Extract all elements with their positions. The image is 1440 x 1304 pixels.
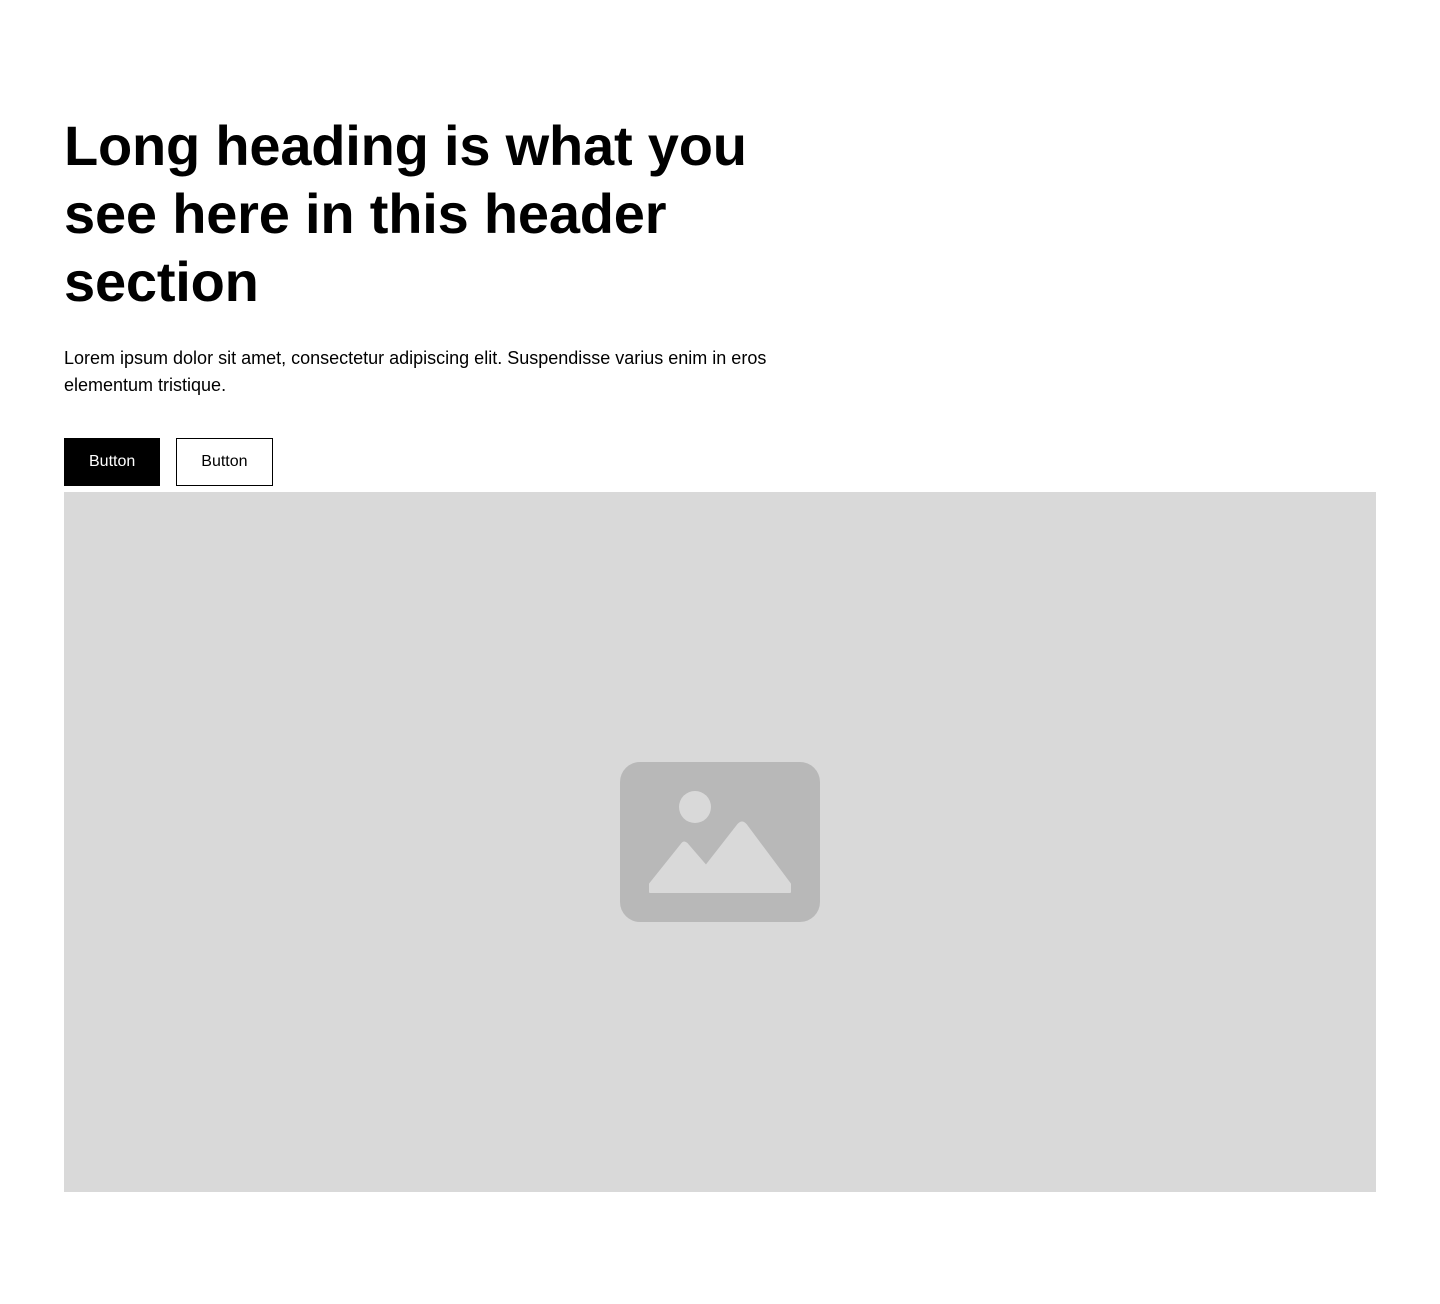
image-icon [620,762,820,922]
header-section: Long heading is what you see here in thi… [0,0,1440,1304]
secondary-button[interactable]: Button [176,438,273,486]
image-placeholder [64,492,1376,1192]
primary-button[interactable]: Button [64,438,161,486]
page-title: Long heading is what you see here in thi… [64,114,747,313]
button-group: Button Button [64,438,832,486]
header-content: Long heading is what you see here in thi… [64,112,832,486]
header-description: Lorem ipsum dolor sit amet, consectetur … [64,348,767,395]
